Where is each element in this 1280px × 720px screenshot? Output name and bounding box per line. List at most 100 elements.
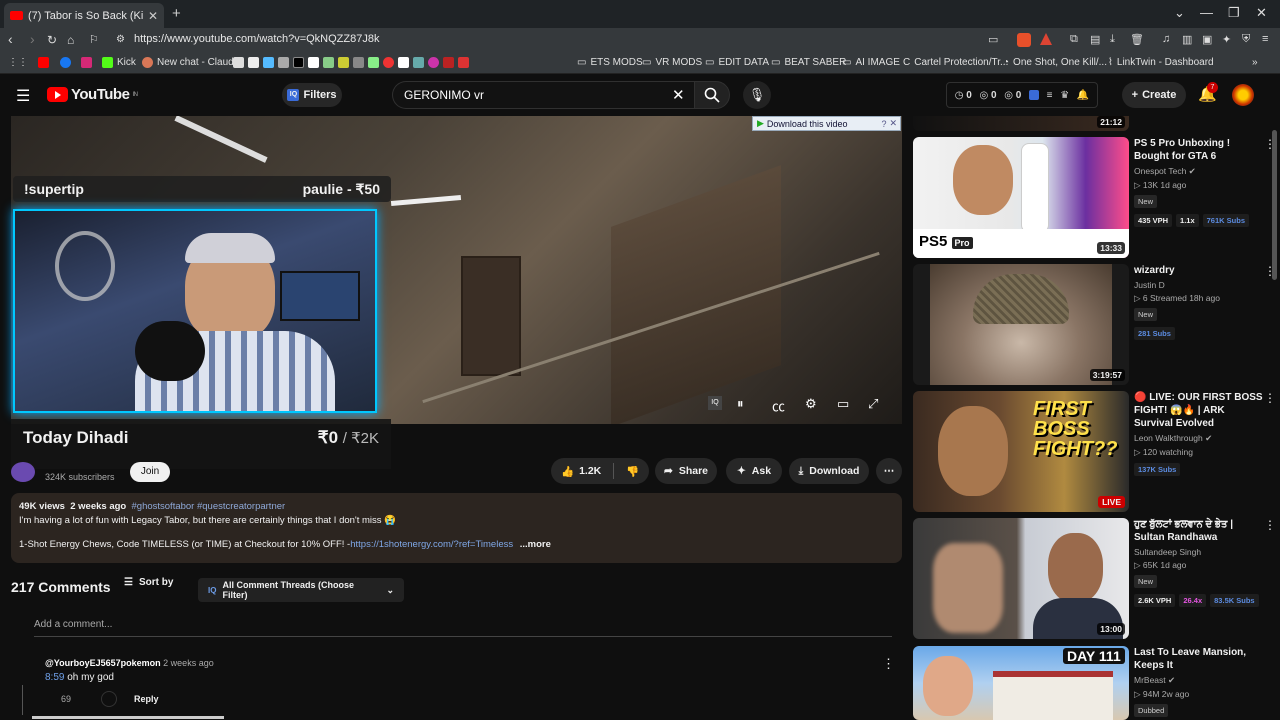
- clear-search-icon[interactable]: ✕: [672, 86, 685, 104]
- hamburger-menu-icon[interactable]: ☰: [16, 86, 30, 106]
- site-info-icon[interactable]: ⚙: [116, 34, 125, 45]
- pause-icon[interactable]: ⏸: [737, 396, 744, 412]
- video-title[interactable]: Last To Leave Mansion, Keeps It: [1134, 646, 1264, 672]
- dislike-icon[interactable]: 👎: [626, 465, 639, 478]
- rewards-icon[interactable]: [1040, 33, 1052, 45]
- comment-menu-icon[interactable]: ⋮: [882, 656, 895, 672]
- channel-name[interactable]: Justin D: [1134, 280, 1264, 290]
- scrollbar[interactable]: [1272, 130, 1277, 280]
- stats-widget[interactable]: ◷ 0 ◎ 0 ◎ 0 ≡ ♛ 🔔: [946, 82, 1098, 108]
- fullscreen-icon[interactable]: ⤢: [868, 396, 878, 412]
- sidebar-video[interactable]: FIRST BOSS FIGHT?? LIVE 🔴 LIVE: OUR FIRST …: [913, 391, 1276, 515]
- description-link[interactable]: https://1shotenergy.com/?ref=Timeless: [350, 539, 513, 550]
- sort-by-button[interactable]: ☰ Sort by: [124, 577, 173, 588]
- like-button[interactable]: 👍 1.2K: [561, 465, 601, 478]
- close-icon[interactable]: ✕: [889, 118, 900, 129]
- bookmark-icons-group[interactable]: [233, 57, 469, 68]
- iq-player-icon[interactable]: IQ: [708, 396, 722, 410]
- tab-list-icon[interactable]: ⌄: [1174, 5, 1185, 21]
- show-more-link[interactable]: ...more: [520, 539, 551, 550]
- extensions-icon[interactable]: ⧉: [1070, 33, 1078, 46]
- vpn-icon[interactable]: ⛨: [1242, 33, 1250, 46]
- trophy-icon[interactable]: ♛: [1060, 90, 1069, 101]
- bookmark-cartel[interactable]: C Cartel Protection/Tr...: [903, 57, 1008, 68]
- comment-filter-dropdown[interactable]: IQ All Comment Threads (Choose Filter) ⌄: [198, 578, 404, 602]
- help-icon[interactable]: ?: [881, 119, 886, 129]
- list-icon[interactable]: ≡: [1047, 90, 1053, 101]
- bookmark-youtube[interactable]: [38, 57, 49, 68]
- video-thumbnail[interactable]: 3:19:57: [913, 264, 1129, 385]
- download-video-bar[interactable]: ▶ Download this video ? ✕: [752, 116, 901, 131]
- search-button[interactable]: [694, 81, 730, 109]
- reply-button[interactable]: Reply: [134, 694, 159, 704]
- voice-search-button[interactable]: 🎙: [743, 81, 771, 109]
- forward-icon[interactable]: ›: [30, 31, 35, 47]
- ask-button[interactable]: ✦ Ask: [726, 458, 782, 484]
- download-button[interactable]: ⤓ Download: [789, 458, 869, 484]
- bookmark-kick[interactable]: Kick: [102, 57, 136, 68]
- new-tab-icon[interactable]: +: [172, 5, 181, 22]
- channel-name[interactable]: MrBeast: [1134, 675, 1166, 685]
- bookmark-claude[interactable]: New chat - Claude: [142, 57, 239, 68]
- wallet-icon[interactable]: ▣: [1202, 33, 1212, 46]
- bookmark-icon[interactable]: ⚐: [89, 33, 99, 46]
- bookmark-beat-saber[interactable]: ▭ BEAT SABER: [771, 57, 846, 68]
- avatar[interactable]: [1232, 84, 1254, 106]
- channel-avatar[interactable]: [11, 462, 35, 482]
- add-comment-input[interactable]: Add a comment...: [34, 619, 892, 637]
- alert-icon[interactable]: 🔔: [1077, 90, 1089, 101]
- video-thumbnail[interactable]: DAY 111: [913, 646, 1129, 720]
- captions-icon[interactable]: ㏄: [772, 396, 785, 415]
- sidebar-video[interactable]: DAY 111 Last To Leave Mansion, Keeps It …: [913, 646, 1273, 720]
- close-tab-icon[interactable]: ✕: [148, 9, 158, 23]
- bookmark-ai-image[interactable]: ▭ AI IMAGE: [842, 57, 900, 68]
- iq-icon[interactable]: [1028, 90, 1039, 100]
- brave-shield-icon[interactable]: [1017, 33, 1031, 47]
- bookmark-edit-data[interactable]: ▭ EDIT DATA: [705, 57, 769, 68]
- dislike-icon[interactable]: [101, 691, 117, 707]
- settings-icon[interactable]: ⚙: [805, 396, 817, 412]
- video-thumbnail[interactable]: FIRST BOSS FIGHT?? LIVE: [913, 391, 1129, 512]
- bookmark-instagram[interactable]: [81, 57, 92, 68]
- hashtags[interactable]: #ghostsoftabor #questcreatorpartner: [132, 501, 286, 512]
- share-button[interactable]: ➦ Share: [655, 458, 717, 484]
- bookmark-facebook[interactable]: [60, 57, 71, 68]
- previous-video-thumbnail[interactable]: 21:12: [913, 116, 1129, 131]
- sidebar-video[interactable]: 13:00 ਹੁਣ ਬੁੱਲਟਾਂ ਭਲਵਾਨ ਦੇ ਭੇਤ | Sultan …: [913, 518, 1276, 642]
- reload-icon[interactable]: ↻: [47, 33, 57, 47]
- restore-icon[interactable]: ❐: [1228, 5, 1240, 21]
- video-title[interactable]: wizardry: [1134, 264, 1264, 277]
- description-box[interactable]: 49K views 2 weeks ago #ghostsoftabor #qu…: [11, 493, 902, 563]
- more-actions-button[interactable]: ⋯: [876, 458, 902, 484]
- bookmark-vr-mods[interactable]: ▭ VR MODS: [642, 57, 702, 68]
- comment-author[interactable]: @YourboyEJ5657pokemon: [45, 658, 161, 668]
- channel-name[interactable]: Sultandeep Singh: [1134, 547, 1264, 557]
- trash-icon[interactable]: 🗑: [1130, 33, 1144, 46]
- video-thumbnail[interactable]: PS5 Pro 13:33: [913, 137, 1129, 258]
- join-button[interactable]: Join: [130, 462, 170, 482]
- youtube-logo[interactable]: YouTube IN: [47, 86, 138, 103]
- url-field[interactable]: https://www.youtube.com/watch?v=QkNQZZ87…: [134, 33, 379, 45]
- bookmark-linktwin[interactable]: ⌇ LinkTwin - Dashboard: [1108, 57, 1214, 68]
- video-menu-icon[interactable]: ⋮: [1264, 391, 1276, 405]
- back-icon[interactable]: ‹: [8, 31, 13, 47]
- comment-timestamp-link[interactable]: 8:59: [45, 672, 64, 683]
- video-thumbnail[interactable]: 13:00: [913, 518, 1129, 639]
- panel-icon[interactable]: ▥: [1182, 33, 1192, 46]
- channel-name[interactable]: Onespot Tech: [1134, 166, 1186, 176]
- music-icon[interactable]: ♫: [1162, 33, 1170, 45]
- miniplayer-icon[interactable]: ▭: [837, 396, 849, 412]
- apps-icon[interactable]: ⋮⋮: [8, 57, 28, 68]
- bookmark-ets-mods[interactable]: ▭ ETS MODS: [577, 57, 643, 68]
- sidebar-icon[interactable]: ▤: [1090, 33, 1100, 46]
- video-title[interactable]: PS 5 Pro Unboxing ! Bought for GTA 6: [1134, 137, 1264, 163]
- channel-name[interactable]: Leon Walkthrough: [1134, 433, 1203, 443]
- video-menu-icon[interactable]: ⋮: [1264, 518, 1276, 532]
- sidebar-video[interactable]: 3:19:57 wizardry Justin D ▷ 6 Streamed 1…: [913, 264, 1276, 388]
- home-icon[interactable]: ⌂: [67, 33, 74, 47]
- bookmark-one-shot[interactable]: ◔ One Shot, One Kill/...: [1003, 57, 1107, 68]
- more-bookmarks-icon[interactable]: »: [1252, 57, 1258, 68]
- browser-tab[interactable]: (7) Tabor is So Back (Kinda)... ✕: [4, 3, 164, 28]
- filters-button[interactable]: IQ Filters: [282, 83, 342, 107]
- sidebar-video[interactable]: PS5 Pro 13:33 PS 5 Pro Unboxing ! Bought…: [913, 137, 1276, 261]
